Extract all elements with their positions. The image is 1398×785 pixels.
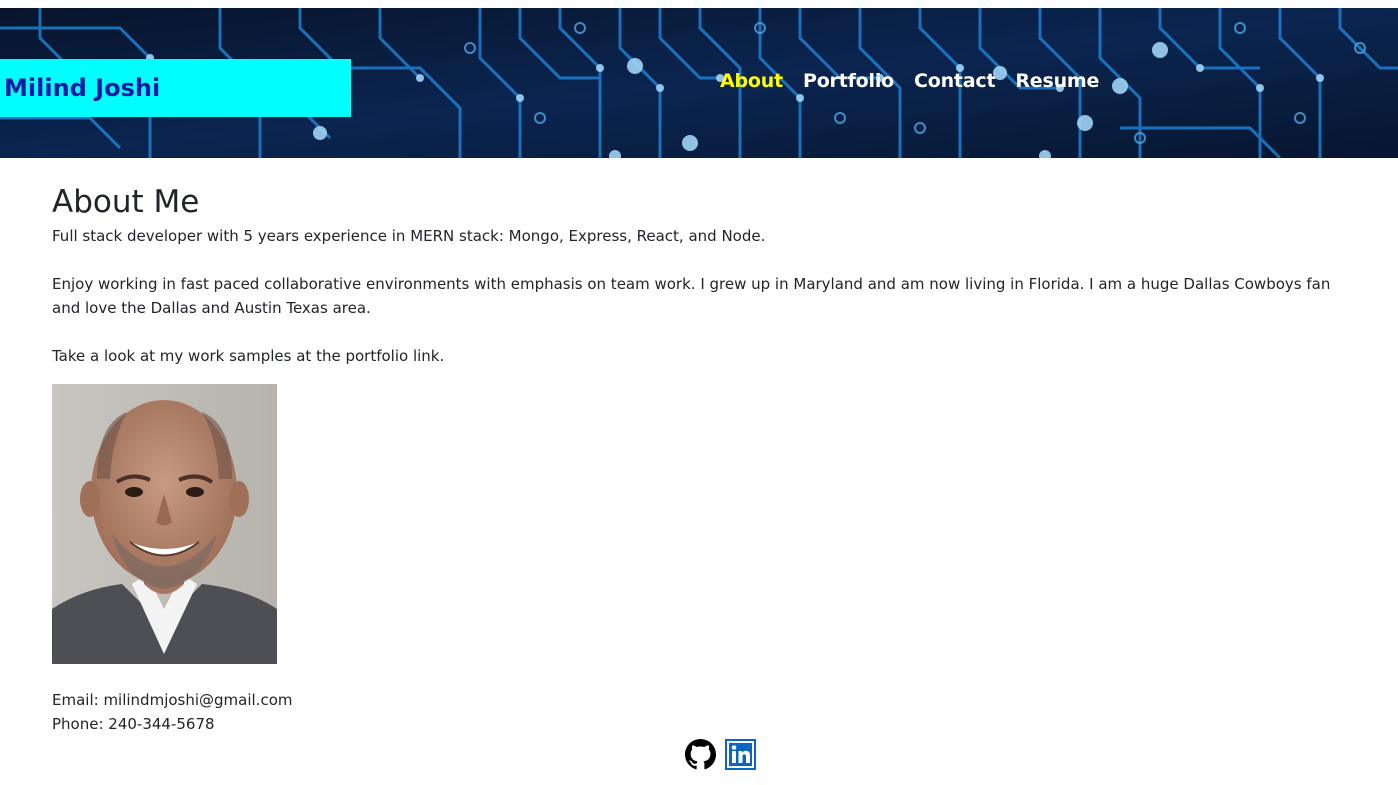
portfolio-cta-text: Take a look at my work samples at the po… — [52, 347, 445, 365]
page-title: About Me — [52, 184, 200, 220]
nav-link-contact[interactable]: Contact — [914, 70, 996, 92]
nav-link-resume[interactable]: Resume — [1015, 70, 1099, 92]
bio-text: Enjoy working in fast paced collaborativ… — [52, 275, 1331, 317]
github-icon — [685, 739, 716, 770]
brand-name: Milind Joshi — [4, 74, 161, 102]
main-nav: About Portfolio Contact Resume — [720, 70, 1099, 92]
social-links — [685, 739, 756, 775]
profile-photo — [52, 384, 277, 664]
email-text: Email: milindmjoshi@gmail.com — [52, 691, 293, 709]
contact-info: Email: milindmjoshi@gmail.com Phone: 240… — [52, 688, 1352, 736]
nav-link-portfolio[interactable]: Portfolio — [803, 70, 894, 92]
about-section: About Me Full stack developer with 5 yea… — [52, 180, 1352, 736]
site-header: Milind Joshi About Portfolio Contact Res… — [0, 8, 1398, 158]
linkedin-link[interactable] — [725, 739, 756, 775]
top-strip — [0, 0, 1398, 8]
linkedin-icon — [725, 739, 756, 770]
intro-text: Full stack developer with 5 years experi… — [52, 227, 766, 245]
nav-link-about[interactable]: About — [720, 70, 783, 92]
phone-text: Phone: 240-344-5678 — [52, 715, 215, 733]
github-link[interactable] — [685, 739, 716, 775]
brand-banner[interactable]: Milind Joshi — [0, 59, 351, 117]
